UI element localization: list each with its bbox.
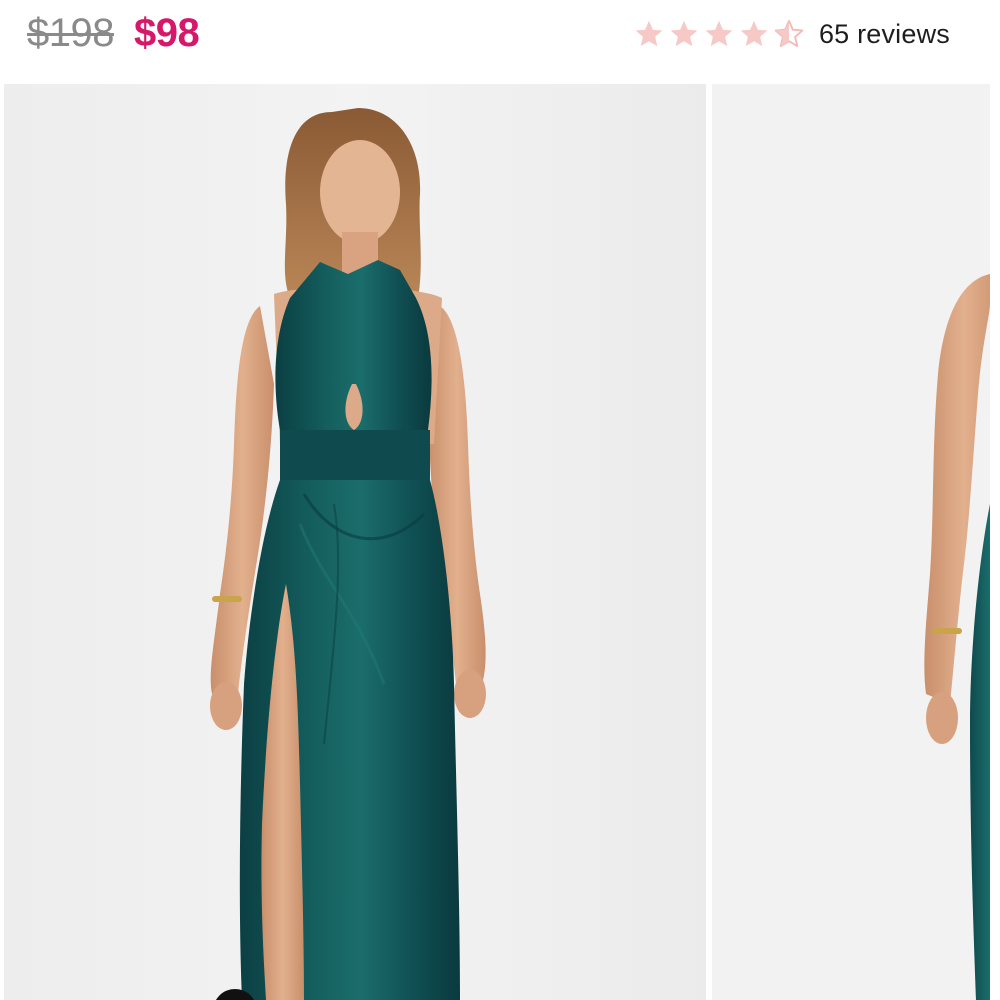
original-price: $198 bbox=[27, 11, 114, 55]
star-rating bbox=[633, 18, 805, 50]
star-icon bbox=[738, 18, 770, 50]
product-image-gallery[interactable] bbox=[0, 84, 1000, 1000]
model-front-illustration bbox=[4, 84, 706, 1000]
star-icon bbox=[668, 18, 700, 50]
model-back-illustration bbox=[712, 84, 990, 1000]
product-page: $198 $98 65 reviews bbox=[0, 0, 1000, 1000]
reviews-link[interactable]: 65 reviews bbox=[819, 14, 950, 54]
rating-summary[interactable]: 65 reviews bbox=[633, 14, 950, 54]
product-photo-front[interactable] bbox=[4, 84, 706, 1000]
sale-price: $98 bbox=[134, 11, 200, 55]
product-photo-back[interactable] bbox=[712, 84, 990, 1000]
price-rating-bar: $198 $98 65 reviews bbox=[0, 0, 1000, 84]
star-icon bbox=[633, 18, 665, 50]
star-icon bbox=[703, 18, 735, 50]
half-star-icon bbox=[773, 18, 805, 50]
